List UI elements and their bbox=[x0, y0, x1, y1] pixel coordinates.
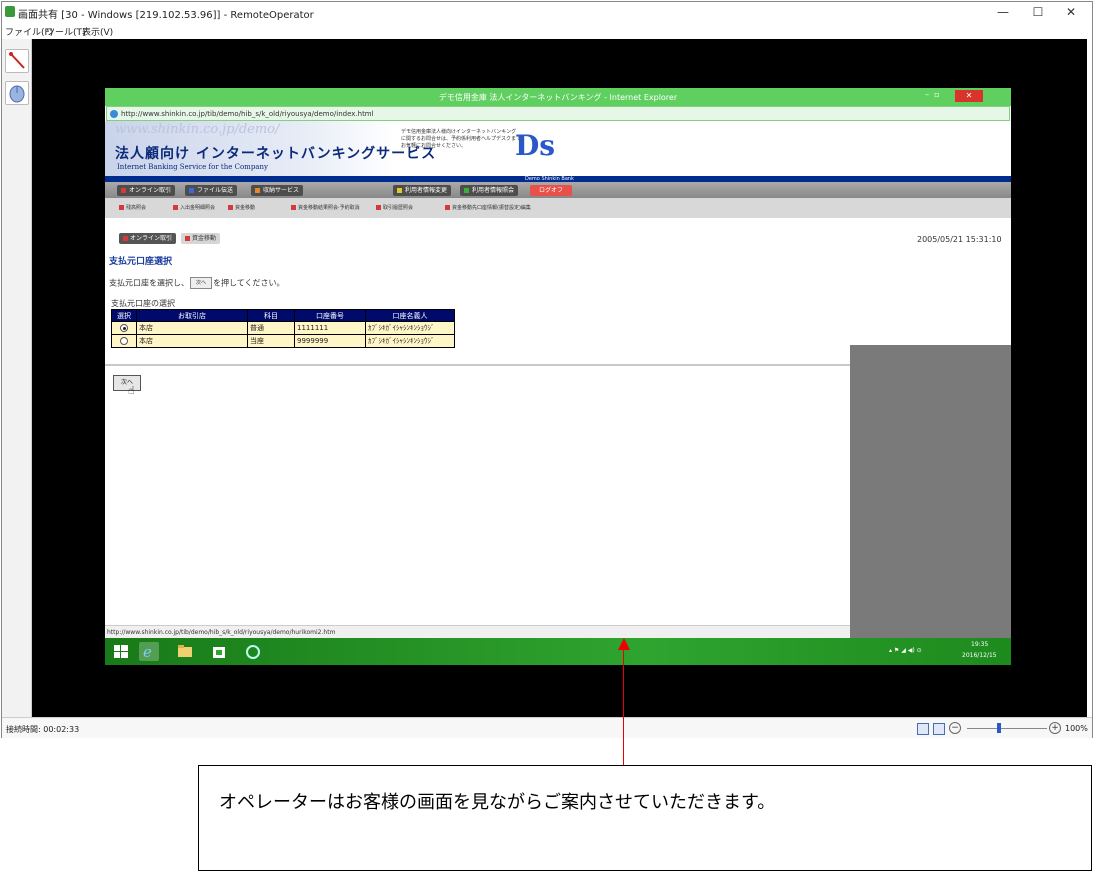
nav-collection-service[interactable]: 収納サービス bbox=[251, 185, 304, 196]
caption-text: オペレーターはお客様の画面を見ながらご案内させていただきます。 bbox=[219, 792, 776, 813]
address-url: http://www.shinkin.co.jp/tib/demo/hib_s/… bbox=[121, 110, 374, 118]
sub-payee-edit[interactable]: 資金移動先口座情報(振替設定)編集 bbox=[445, 204, 531, 211]
cell-number: 1111111 bbox=[294, 321, 366, 335]
radio-unselected[interactable] bbox=[120, 337, 128, 345]
cell-branch: 本店 bbox=[136, 321, 248, 335]
crumb-fund-transfer[interactable]: 資金移動 bbox=[181, 233, 221, 244]
zoom-slider[interactable] bbox=[997, 723, 1001, 733]
cell-branch: 本店 bbox=[136, 334, 248, 348]
window-title: 画面共有 [30 - Windows [219.102.53.96]] - Re… bbox=[18, 10, 314, 21]
inline-next-label: 次へ bbox=[190, 277, 212, 289]
menu-tools[interactable]: ツール(T) bbox=[46, 25, 86, 38]
remote-desktop: デモ信用金庫 法人インターネットバンキング - Internet Explore… bbox=[105, 88, 1011, 665]
system-tray-icons[interactable]: ▴ ⚑ ◢ ◀) ⊙ bbox=[889, 647, 922, 654]
cell-holder: ｶﾌﾞｼｷｶﾞｲｼｬｼﾝｷﾝｼｮｳｼﾞ bbox=[365, 321, 455, 335]
bank-logo: Ds bbox=[515, 129, 556, 162]
table-row[interactable]: 本店 普通 1111111 ｶﾌﾞｼｷｶﾞｲｼｬｼﾝｷﾝｼｮｳｼﾞ bbox=[111, 321, 455, 335]
table-header-row: 選択 お取引店 科目 口座番号 口座名義人 bbox=[111, 309, 455, 322]
next-button[interactable]: 次へ bbox=[113, 375, 141, 391]
col-number: 口座番号 bbox=[294, 309, 366, 322]
row-radio[interactable] bbox=[111, 334, 137, 348]
connection-time: 接続時間: 00:02:33 bbox=[6, 725, 80, 734]
status-url: http://www.shinkin.co.jp/tib/demo/hib_s/… bbox=[107, 629, 336, 636]
internet-explorer-icon[interactable]: e bbox=[139, 642, 159, 661]
table-row[interactable]: 本店 当座 9999999 ｶﾌﾞｼｷｶﾞｲｼｬｼﾝｷﾝｼｮｳｼﾞ bbox=[111, 334, 455, 348]
service-subtitle: Internet Banking Service for the Company bbox=[117, 163, 268, 171]
main-nav: オンライン取引 ファイル伝送 収納サービス 利用者情報変更 利用者情報照会 ログ… bbox=[105, 182, 1011, 198]
nav-online-transactions[interactable]: オンライン取引 bbox=[117, 185, 176, 196]
browser-title: デモ信用金庫 法人インターネットバンキング - Internet Explore… bbox=[438, 93, 678, 102]
sub-transaction-history[interactable]: 取引履歴照会 bbox=[376, 204, 413, 211]
windows-start-icon[interactable] bbox=[111, 642, 131, 661]
address-bar[interactable]: http://www.shinkin.co.jp/tib/demo/hib_s/… bbox=[106, 106, 1010, 121]
cell-type: 普通 bbox=[247, 321, 295, 335]
sub-balance-inquiry[interactable]: 残高照会 bbox=[119, 204, 146, 211]
minimize-button[interactable]: — bbox=[992, 4, 1014, 20]
instruction-text: 支払元口座を選択し、 次へ を押してください。 bbox=[109, 277, 285, 289]
header-notice: デモ信用金庫法人様向けインターネットバンキングに関するお問合せは、予約係利用者ヘ… bbox=[401, 129, 522, 149]
col-holder: 口座名義人 bbox=[365, 309, 455, 322]
table-caption: 支払元口座の選択 bbox=[111, 299, 175, 308]
menu-bar: ファイル(F) ツール(T) 表示(V) bbox=[2, 22, 1092, 38]
hand-pointer-icon: ☝ bbox=[128, 384, 135, 397]
title-bar: 画面共有 [30 - Windows [219.102.53.96]] - Re… bbox=[2, 2, 1092, 22]
col-select: 選択 bbox=[111, 309, 137, 322]
sub-transfer-result[interactable]: 資金移動結果照会·予約取消 bbox=[291, 204, 360, 211]
browser-status-bar: http://www.shinkin.co.jp/tib/demo/hib_s/… bbox=[105, 625, 850, 639]
service-title: 法人顧向け インターネットバンキングサービス bbox=[115, 146, 437, 162]
browser-title-bar: デモ信用金庫 法人インターネットバンキング - Internet Explore… bbox=[105, 88, 1011, 106]
sub-nav: 残高照会 入出金明細照会 資金移動 資金移動結果照会·予約取消 取引履歴照会 資… bbox=[105, 198, 1011, 218]
actual-size-icon[interactable] bbox=[933, 723, 945, 735]
nav-file-transfer[interactable]: ファイル伝送 bbox=[185, 185, 238, 196]
cell-number: 9999999 bbox=[294, 334, 366, 348]
caption-box: オペレーターはお客様の画面を見ながらご案内させていただきます。 bbox=[198, 765, 1092, 871]
zoom-level: 100% bbox=[1065, 724, 1088, 733]
annotation-arrow-icon bbox=[618, 638, 630, 650]
remote-support-icon[interactable] bbox=[243, 642, 263, 661]
sub-deposit-detail[interactable]: 入出金明細照会 bbox=[173, 204, 215, 211]
fit-screen-icon[interactable] bbox=[917, 723, 929, 735]
header-watermark: www.shinkin.co.jp/demo/ bbox=[115, 122, 280, 137]
browser-minmax-icon[interactable]: – ▫ bbox=[925, 90, 951, 102]
menu-view[interactable]: 表示(V) bbox=[82, 25, 113, 38]
bank-header: www.shinkin.co.jp/demo/ 法人顧向け インターネットバンキ… bbox=[105, 121, 1011, 176]
cell-holder: ｶﾌﾞｼｷｶﾞｲｼｬｼﾝｷﾝｼｮｳｼﾞ bbox=[365, 334, 455, 348]
zoom-track bbox=[967, 728, 1047, 729]
close-button[interactable]: ✕ bbox=[1060, 4, 1082, 20]
divider bbox=[105, 364, 850, 366]
col-branch: お取引店 bbox=[136, 309, 248, 322]
pen-tool-icon[interactable] bbox=[5, 49, 29, 73]
crumb-online-transactions[interactable]: オンライン取引 bbox=[119, 233, 177, 244]
maximize-button[interactable]: ☐ bbox=[1027, 4, 1049, 20]
annotation-arrow-line bbox=[623, 646, 624, 766]
zoom-controls: − + 100% bbox=[915, 721, 1090, 735]
cell-type: 当座 bbox=[247, 334, 295, 348]
sub-fund-transfer[interactable]: 資金移動 bbox=[228, 204, 255, 211]
clock-time[interactable]: 19:35 bbox=[971, 641, 988, 648]
store-icon[interactable] bbox=[209, 642, 229, 661]
ie-page-icon bbox=[110, 110, 118, 118]
windows-taskbar: e ▴ ⚑ ◢ ◀) ⊙ 19:35 2016/12/15 bbox=[105, 638, 1011, 665]
file-explorer-icon[interactable] bbox=[175, 642, 195, 661]
col-type: 科目 bbox=[247, 309, 295, 322]
app-icon bbox=[5, 6, 15, 17]
radio-selected[interactable] bbox=[120, 324, 128, 332]
zoom-in-icon[interactable]: + bbox=[1049, 722, 1061, 734]
tool-strip bbox=[2, 39, 32, 717]
row-radio[interactable] bbox=[111, 321, 137, 335]
zoom-out-icon[interactable]: − bbox=[949, 722, 961, 734]
page-title: 支払元口座選択 bbox=[109, 257, 173, 267]
clock-date[interactable]: 2016/12/15 bbox=[962, 652, 997, 659]
nav-user-info-change[interactable]: 利用者情報変更 bbox=[393, 185, 452, 196]
mouse-icon[interactable] bbox=[5, 81, 29, 105]
account-table: 選択 お取引店 科目 口座番号 口座名義人 本店 普通 1111111 ｶﾌﾞｼ… bbox=[111, 309, 455, 348]
svg-text:e: e bbox=[143, 643, 152, 661]
timestamp: 2005/05/21 15:31:10 bbox=[917, 235, 1002, 244]
status-bar: 接続時間: 00:02:33 − + 100% bbox=[2, 717, 1092, 738]
nav-user-info-inquiry[interactable]: 利用者情報照会 bbox=[460, 185, 519, 196]
browser-close-button[interactable]: ✕ bbox=[955, 90, 983, 102]
nav-logoff[interactable]: ログオフ bbox=[530, 185, 572, 196]
unpainted-area bbox=[850, 345, 1011, 638]
